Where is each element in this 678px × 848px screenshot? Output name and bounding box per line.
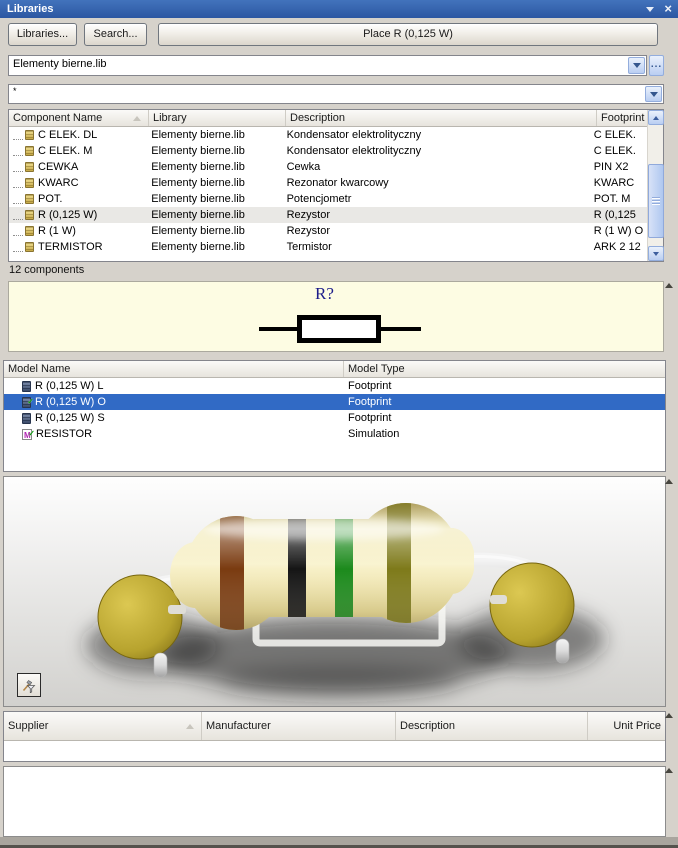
- tree-line: [13, 211, 23, 220]
- browse-libraries-button[interactable]: ...: [649, 55, 664, 76]
- components-scrollbar[interactable]: [647, 110, 664, 261]
- tree-line: [13, 147, 23, 156]
- filter-input[interactable]: *: [8, 84, 664, 104]
- sort-ascending-icon: [186, 723, 194, 729]
- column-header-description[interactable]: Description: [396, 712, 588, 740]
- model-row[interactable]: R (0,125 W) OFootprint: [4, 394, 665, 410]
- resistor-3d-render: [86, 503, 604, 698]
- column-header-model-type[interactable]: Model Type: [344, 361, 665, 377]
- component-icon: [25, 226, 34, 236]
- resistor-symbol-body: [297, 315, 381, 343]
- component-row[interactable]: KWARC Elementy bierne.lib Rezonator kwarco…: [9, 175, 647, 191]
- filter-value: *: [13, 86, 17, 96]
- column-header-unit-price[interactable]: Unit Price: [588, 712, 665, 740]
- titlebar[interactable]: Libraries ×: [0, 0, 678, 18]
- library-select-value: Elementy bierne.lib: [13, 58, 107, 70]
- simulation-icon: [22, 426, 35, 442]
- footprint-icon: [22, 394, 34, 410]
- arrow-up-icon: [653, 115, 659, 120]
- scrollbar-thumb[interactable]: [648, 164, 664, 238]
- search-button[interactable]: Search...: [84, 23, 147, 46]
- column-header-supplier[interactable]: Supplier: [4, 712, 202, 740]
- component-row[interactable]: CEWKA Elementy bierne.lib Cewka PIN X2: [9, 159, 647, 175]
- tree-line: [13, 227, 23, 236]
- models-table: Model Name Model Type R (0,125 W) L Footp…: [3, 360, 666, 472]
- component-icon: [25, 162, 34, 172]
- components-table-header: Component Name Library Description Footp…: [9, 110, 663, 127]
- tree-line: [13, 243, 23, 252]
- component-row[interactable]: TERMISTOR Elementy bierne.lib Termistor ARK…: [9, 239, 647, 255]
- tree-line: [13, 163, 23, 172]
- close-icon[interactable]: ×: [664, 0, 672, 18]
- filter-dropdown[interactable]: [645, 86, 662, 102]
- collapse-section-icon[interactable]: [665, 713, 673, 718]
- collapse-section-icon[interactable]: [665, 479, 673, 484]
- component-icon: [25, 210, 34, 220]
- components-table: Component Name Library Description Footp…: [8, 109, 664, 262]
- suppliers-table: Supplier Manufacturer Description Unit P…: [3, 711, 666, 762]
- model-row[interactable]: RESISTORSimulation: [4, 426, 665, 442]
- models-table-header: Model Name Model Type: [4, 361, 665, 378]
- column-header-description[interactable]: Description: [286, 110, 597, 126]
- component-icon: [25, 242, 34, 252]
- panel-resize-edge[interactable]: [0, 837, 678, 848]
- resistor-symbol-lead-right: [381, 327, 421, 331]
- libraries-button[interactable]: Libraries...: [8, 23, 77, 46]
- supplier-details-panel: [3, 766, 666, 837]
- collapse-section-icon[interactable]: [665, 283, 673, 288]
- component-count-status: 12 components: [9, 264, 85, 276]
- chevron-down-icon: [649, 91, 658, 97]
- model-row[interactable]: R (0,125 W) S Footprint: [4, 410, 665, 426]
- tree-line: [13, 131, 23, 140]
- column-header-model-name[interactable]: Model Name: [4, 361, 344, 377]
- component-row[interactable]: R (1 W) Elementy bierne.lib Rezystor R (1 W…: [9, 223, 647, 239]
- component-row[interactable]: C ELEK. M Elementy bierne.lib Kondensator …: [9, 143, 647, 159]
- footprint-3d-view[interactable]: [3, 476, 666, 707]
- arrow-down-icon: [653, 251, 659, 256]
- panel-title: Libraries: [7, 3, 54, 15]
- component-row[interactable]: POT. Elementy bierne.lib Potencjometr POT. …: [9, 191, 647, 207]
- symbol-preview[interactable]: R?: [8, 281, 664, 352]
- components-list: C ELEK. DL Elementy bierne.lib Kondensator…: [9, 127, 647, 261]
- symbol-designator: R?: [315, 284, 334, 303]
- column-header-manufacturer[interactable]: Manufacturer: [202, 712, 396, 740]
- component-row[interactable]: R (0,125 W) Elementy bierne.lib Rezystor R …: [9, 207, 647, 223]
- component-row[interactable]: C ELEK. DL Elementy bierne.lib Kondensator…: [9, 127, 647, 143]
- column-header-library[interactable]: Library: [149, 110, 286, 126]
- footprint-icon: [22, 380, 31, 392]
- hammer-funnel-icon: [22, 680, 36, 693]
- suppliers-table-header: Supplier Manufacturer Description Unit P…: [4, 712, 665, 741]
- column-header-component-name[interactable]: Component Name: [9, 110, 149, 126]
- component-icon: [25, 130, 34, 140]
- library-select[interactable]: Elementy bierne.lib: [8, 55, 647, 76]
- tree-line: [13, 195, 23, 204]
- view-configuration-button[interactable]: [17, 673, 41, 697]
- collapse-section-icon[interactable]: [665, 768, 673, 773]
- scrollbar-grip-icon: [652, 197, 660, 205]
- component-icon: [25, 146, 34, 156]
- tree-line: [13, 179, 23, 188]
- models-list: R (0,125 W) LFootprintR (0,125 W) OFootp…: [4, 378, 665, 471]
- panel-menu-icon[interactable]: [646, 7, 654, 12]
- place-component-button[interactable]: Place R (0,125 W): [158, 23, 658, 46]
- model-row[interactable]: R (0,125 W) L Footprint: [4, 378, 665, 394]
- resistor-symbol-lead-left: [259, 327, 297, 331]
- scroll-down-button[interactable]: [648, 246, 664, 261]
- component-icon: [25, 178, 34, 188]
- footprint-icon: [22, 412, 31, 424]
- component-icon: [25, 194, 34, 204]
- library-select-dropdown[interactable]: [628, 57, 645, 74]
- libraries-panel: Libraries × Libraries... Search... Place…: [0, 0, 678, 848]
- sort-ascending-icon: [133, 115, 141, 121]
- scroll-up-button[interactable]: [648, 110, 664, 125]
- chevron-down-icon: [632, 63, 641, 68]
